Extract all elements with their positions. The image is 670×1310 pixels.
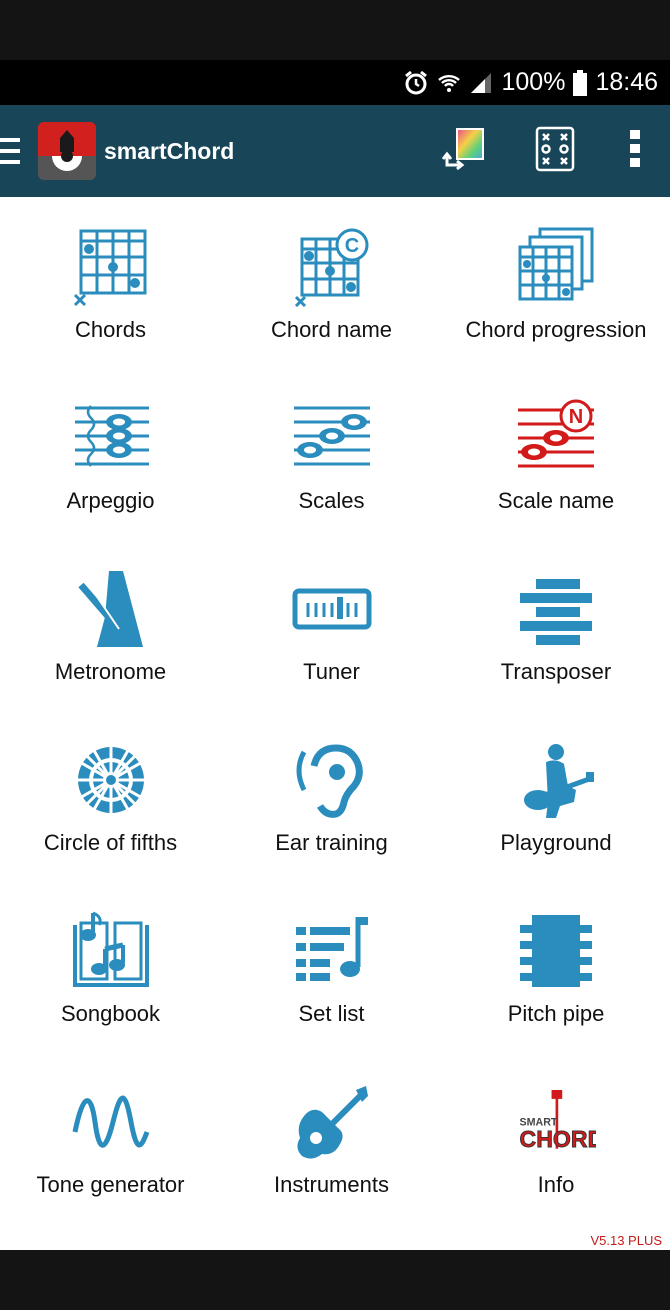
tile-label: Tone generator xyxy=(36,1172,185,1197)
tile-label: Chord progression xyxy=(465,317,647,342)
status-bar: 100% 18:46 xyxy=(0,60,670,105)
tile-label: Ear training xyxy=(275,830,388,855)
tile-label: Tuner xyxy=(303,659,360,684)
scale-name-icon: N xyxy=(516,398,596,478)
tile-chords[interactable]: Chords xyxy=(0,197,221,368)
tile-tuner[interactable]: Tuner xyxy=(221,539,442,710)
tile-label: Chord name xyxy=(270,317,393,342)
tile-ear-training[interactable]: Ear training xyxy=(221,710,442,881)
signal-icon xyxy=(469,71,493,95)
more-vert-icon xyxy=(629,129,641,174)
tile-scales[interactable]: Scales xyxy=(221,368,442,539)
smartchord-logo: SMART CHORD xyxy=(516,1082,596,1162)
tile-metronome[interactable]: Metronome xyxy=(0,539,221,710)
tile-songbook[interactable]: Songbook xyxy=(0,881,221,1052)
battery-percent: 100% xyxy=(501,68,566,96)
svg-text:N: N xyxy=(569,406,583,428)
tile-pitch-pipe[interactable]: Pitch pipe xyxy=(442,881,670,1052)
alarm-icon xyxy=(403,70,429,96)
tile-label: Transposer xyxy=(500,659,612,684)
tile-label: Set list xyxy=(298,1001,365,1026)
set-list-icon xyxy=(292,911,372,991)
guitar-icon xyxy=(292,1082,372,1162)
switch-instrument-icon xyxy=(441,125,489,178)
chord-diagram-icon xyxy=(71,227,151,307)
svg-text:C: C xyxy=(344,235,358,257)
app-logo xyxy=(38,122,96,180)
chord-progression-icon xyxy=(516,227,596,307)
app-title: smartChord xyxy=(104,137,235,164)
metronome-icon xyxy=(71,569,151,649)
tile-label: Metronome xyxy=(54,659,167,684)
arpeggio-icon xyxy=(71,398,151,478)
tuner-icon xyxy=(292,569,372,649)
version-label: V5.13 PLUS xyxy=(590,1233,662,1248)
battery-icon xyxy=(573,69,588,96)
tile-label: Circle of fifths xyxy=(43,830,178,855)
top-system-area xyxy=(0,0,670,60)
tile-transposer[interactable]: Transposer xyxy=(442,539,670,710)
transposer-icon xyxy=(516,569,596,649)
tile-scale-name[interactable]: N Scale name xyxy=(442,368,670,539)
circle-of-fifths-icon xyxy=(71,740,151,820)
tile-chord-name[interactable]: C Chord name xyxy=(221,197,442,368)
tile-set-list[interactable]: Set list xyxy=(221,881,442,1052)
songbook-icon xyxy=(71,911,151,991)
sine-wave-icon xyxy=(71,1082,151,1162)
tile-instruments[interactable]: Instruments xyxy=(221,1052,442,1223)
tile-label: Scales xyxy=(298,488,365,513)
tile-playground[interactable]: Playground xyxy=(442,710,670,881)
clock: 18:46 xyxy=(595,68,658,96)
app-bar: smartChord xyxy=(0,105,670,197)
scales-icon xyxy=(292,398,372,478)
tile-label: Playground xyxy=(500,830,612,855)
grid-view-icon xyxy=(535,126,575,177)
tile-label: Songbook xyxy=(60,1001,161,1026)
tile-arpeggio[interactable]: Arpeggio xyxy=(0,368,221,539)
guitarist-icon xyxy=(516,740,596,820)
tile-tone-generator[interactable]: Tone generator xyxy=(0,1052,221,1223)
bottom-system-area xyxy=(0,1250,670,1310)
tile-label: Arpeggio xyxy=(66,488,155,513)
switch-instrument-button[interactable] xyxy=(420,105,510,197)
tile-label: Instruments xyxy=(274,1172,389,1197)
tile-label: Info xyxy=(537,1172,575,1197)
tile-label: Chords xyxy=(75,317,146,342)
main-menu: Chords C Chord name Chord progression Ar… xyxy=(0,197,670,1250)
ear-icon xyxy=(292,740,372,820)
more-options-button[interactable] xyxy=(600,105,670,197)
tile-info[interactable]: SMART CHORD Info xyxy=(442,1052,670,1223)
svg-text:CHORD: CHORD xyxy=(520,1126,596,1152)
pitch-pipe-icon xyxy=(516,911,596,991)
tile-circle-of-fifths[interactable]: Circle of fifths xyxy=(0,710,221,881)
menu-button[interactable] xyxy=(0,105,30,197)
tile-chord-progression[interactable]: Chord progression xyxy=(442,197,670,368)
grid-view-button[interactable] xyxy=(510,105,600,197)
wifi-icon xyxy=(437,71,461,95)
tile-label: Scale name xyxy=(497,488,615,513)
tile-label: Pitch pipe xyxy=(507,1001,605,1026)
chord-name-icon: C xyxy=(292,227,372,307)
